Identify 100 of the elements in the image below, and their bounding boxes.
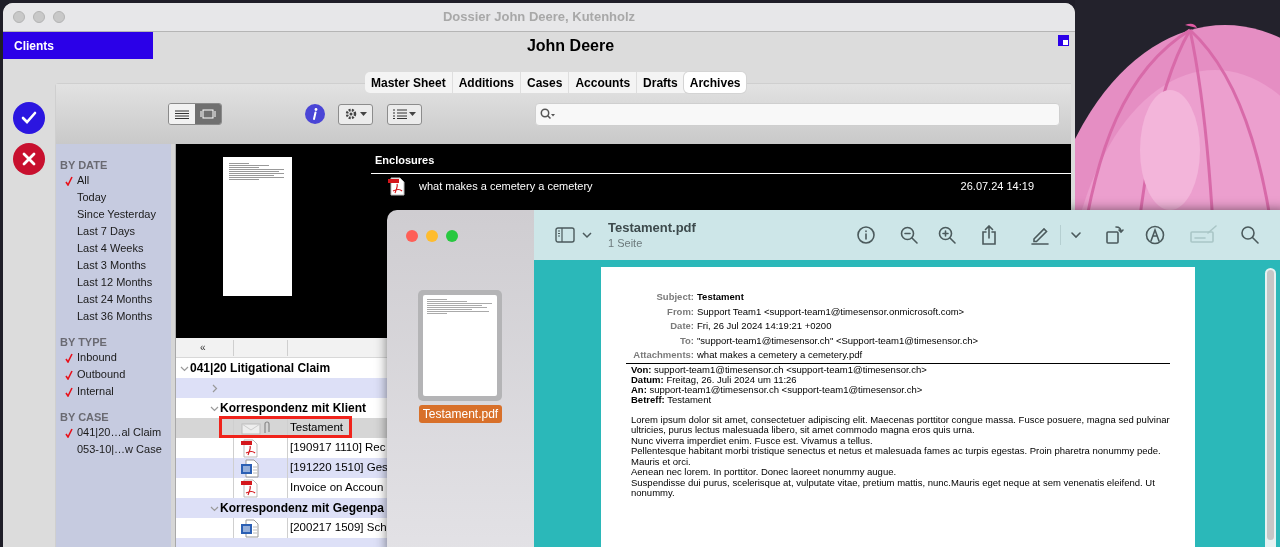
page-count: 1 Seite — [608, 236, 644, 250]
filter-heading: BY TYPE — [60, 335, 108, 349]
caret-icon — [409, 112, 416, 116]
checkmark-icon — [64, 386, 73, 397]
confirm-button[interactable] — [13, 102, 45, 134]
filter-item[interactable]: Last 4 Weeks — [60, 240, 171, 257]
search-icon — [540, 108, 556, 120]
filter-heading: BY DATE — [60, 158, 109, 172]
list-menu-button[interactable] — [387, 103, 422, 125]
filter-item[interactable]: 053-10|…w Case — [60, 441, 171, 458]
list-view-button[interactable] — [169, 104, 195, 124]
zoom-out-icon[interactable] — [899, 225, 919, 245]
zoom-in-icon[interactable] — [937, 225, 957, 245]
filter-item[interactable]: All — [60, 172, 171, 189]
field-label: From: — [666, 304, 694, 319]
forward-field: Datum: Freitag, 26. Juli 2024 um 11:26 — [631, 374, 1195, 385]
body-paragraph: Pellentesque habitant morbi tristique senectus et netus et malesuada fames ac turpis egestas. Proin pharetra nonummy pede. Mauris et orci. — [631, 446, 1162, 467]
pdf-file-icon — [241, 478, 259, 498]
filter-item[interactable]: Inbound — [60, 349, 171, 366]
filter-item[interactable]: 041|20…al Claim — [60, 424, 171, 441]
filter-item[interactable]: Last 12 Months — [60, 274, 171, 291]
group-title: Korrespondenz mit Gegenpa — [220, 500, 385, 517]
cancel-button[interactable] — [13, 143, 45, 175]
window-corner-icon[interactable] — [1058, 35, 1069, 46]
filter-item[interactable]: Since Yesterday — [60, 206, 171, 223]
body-paragraph: Aenean nec lorem. In porttitor. Donec laoreet nonummy augue. — [631, 467, 898, 478]
thumbnail-label: Testament.pdf — [418, 405, 503, 423]
field-value: "support-team1@timesensor.ch" <Support-team1@timesensor.ch> — [697, 333, 980, 348]
tree-group-row[interactable]: Korrespondenz mit Gegenpa — [176, 498, 388, 518]
body-paragraph: Lorem ipsum dolor sit amet, consectetuer adipiscing elit. Maecenas porttitor congue massa. Fusce posuere, magna sed pulvinar ultricies, purus lectus malesuada libero, sit amet commodo magna eros quis urna. — [631, 414, 1171, 436]
gear-menu-button[interactable] — [338, 103, 373, 125]
enclosure-name: what makes a cemetery a cemetery — [419, 178, 594, 194]
checkmark-icon — [64, 427, 73, 438]
scrollbar-thumb[interactable] — [1267, 270, 1274, 540]
enclosures-heading: Enclosures — [371, 153, 1071, 174]
caret-icon — [360, 112, 367, 116]
share-icon[interactable] — [979, 225, 999, 245]
document-title: Testament.pdf — [608, 220, 697, 236]
checkmark-icon — [64, 175, 73, 186]
list-icon — [393, 109, 407, 119]
forward-field: Betreff: Testament — [631, 394, 1195, 405]
body-paragraph: Nunc viverra imperdiet enim. Fusce est. Vivamus a tellus. — [631, 435, 874, 446]
group-title: 041|20 Litigational Claim — [190, 360, 331, 377]
filter-item[interactable]: Last 7 Days — [60, 223, 171, 240]
word-file-icon — [241, 518, 259, 538]
pencil-icon[interactable] — [1030, 225, 1050, 245]
info-icon — [312, 108, 318, 120]
document-title: [200217 1509] Sch — [290, 520, 387, 536]
field-label: Date: — [669, 319, 694, 333]
filter-heading: BY CASE — [60, 410, 110, 424]
gallery-icon — [200, 109, 216, 119]
checkmark-icon — [64, 369, 73, 380]
collapse-column-button[interactable]: « — [200, 340, 233, 355]
document-row[interactable]: Testament — [176, 418, 388, 438]
group-title: Korrespondenz mit Klient — [220, 400, 366, 417]
field-value: Testament — [697, 290, 745, 304]
filter-item[interactable]: Internal — [60, 383, 171, 400]
info-icon[interactable] — [856, 225, 876, 245]
pen-circle-icon[interactable] — [1145, 225, 1165, 245]
field-label: To: — [678, 333, 694, 348]
client-name: John Deere — [526, 35, 615, 56]
document-title: Invoice on Accoun — [290, 480, 384, 496]
lines-icon — [175, 109, 189, 119]
enclosure-date: 26.07.24 14:19 — [960, 178, 1034, 194]
forward-field: An: support-team1@timesensor.ch <support-team1@timesensor.ch> — [631, 384, 1195, 395]
close-icon — [22, 152, 36, 166]
body-paragraph: Suspendisse dui purus, scelerisque at, vulputate vitae, pretium mattis, nunc.Mauris eget neque at sem venenatis eleifend. Ut nonummy. — [631, 477, 1156, 499]
field-value: Fri, 26 Jul 2024 14:19:21 +0200 — [697, 319, 833, 333]
filter-item[interactable]: Last 24 Months — [60, 291, 171, 308]
filter-item[interactable]: Last 36 Months — [60, 308, 171, 325]
checkmark-icon — [21, 111, 37, 125]
info-button[interactable] — [305, 104, 325, 124]
search-field[interactable] — [535, 102, 1060, 126]
checkmark-icon — [64, 352, 73, 363]
filter-item[interactable]: Today — [60, 189, 171, 206]
field-label: Subject: — [655, 290, 694, 304]
window-title: Dossier John Deere, Kutenholz — [442, 8, 636, 27]
forward-field: Von: support-team1@timesensor.ch <support-team1@timesensor.ch> — [631, 364, 1195, 375]
field-value: what makes a cemetery a cemetery.pdf — [697, 348, 864, 362]
search-icon[interactable] — [1240, 225, 1260, 245]
clients-tab[interactable]: Clients — [3, 32, 153, 59]
filter-item[interactable]: Outbound — [60, 366, 171, 383]
gear-icon — [344, 107, 358, 121]
document-title: [190917 1110] Rec — [290, 440, 386, 456]
rotate-icon[interactable] — [1105, 225, 1125, 245]
tab[interactable]: Master Sheet — [365, 72, 452, 93]
document-row[interactable]: [191220 1510] Ges — [176, 458, 388, 478]
page-thumbnail[interactable] — [418, 290, 502, 401]
enclosure-row[interactable]: what makes a cemetery a cemetery 26.07.24 14:19 — [375, 175, 1071, 197]
field-label: Attachments: — [632, 348, 694, 362]
filter-item[interactable]: Last 3 Months — [60, 257, 171, 274]
document-title: Testament — [290, 420, 344, 436]
field-value: Support Team1 <support-team1@timesensor.onmicrosoft.com> — [697, 304, 966, 319]
word-file-icon — [241, 458, 259, 478]
tab[interactable]: Archives — [683, 72, 747, 93]
sidebar-icon[interactable] — [555, 227, 575, 243]
pdf-file-icon — [388, 176, 406, 196]
document-title: [191220 1510] Ges — [290, 460, 388, 476]
chevron-down-icon[interactable] — [582, 231, 592, 239]
pdf-file-icon — [241, 438, 259, 458]
